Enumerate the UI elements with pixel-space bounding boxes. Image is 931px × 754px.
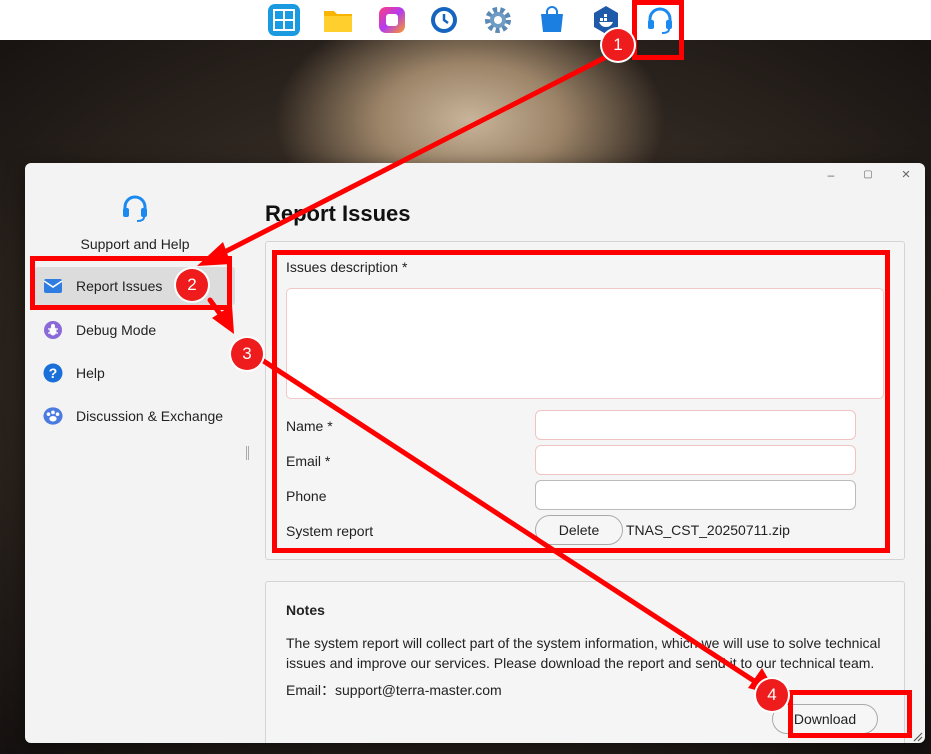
close-button[interactable]: ×: [896, 167, 916, 183]
top-dock: [0, 0, 931, 40]
minimize-button[interactable]: –: [821, 167, 841, 183]
notes-body: The system report will collect part of t…: [286, 635, 881, 671]
support-email: Email：support@terra-master.com: [286, 682, 502, 698]
maximize-button[interactable]: ▢: [858, 167, 878, 183]
settings-icon[interactable]: [482, 4, 514, 36]
community-icon: [43, 406, 63, 426]
backup-icon[interactable]: [428, 4, 460, 36]
sidebar-title: Support and Help: [80, 236, 190, 252]
sidebar-item-label: Help: [76, 365, 105, 381]
step-badge-1: 1: [602, 29, 634, 61]
step-badge-2: 2: [176, 269, 208, 301]
annotation-box-4: [788, 690, 912, 738]
app-center-icon[interactable]: [536, 4, 568, 36]
notes-title: Notes: [286, 602, 325, 618]
sidebar-brand: Support and Help: [25, 193, 245, 252]
sidebar-item-discussion[interactable]: Discussion & Exchange: [35, 397, 235, 435]
step-badge-3: 3: [231, 338, 263, 370]
help-question-icon: ?: [43, 363, 63, 383]
control-panel-icon[interactable]: [268, 4, 300, 36]
file-manager-icon[interactable]: [322, 4, 354, 36]
bug-icon: [43, 320, 63, 340]
support-headset-icon: [120, 195, 150, 227]
sidebar-item-label: Debug Mode: [76, 322, 157, 338]
resize-grip-icon[interactable]: [911, 729, 923, 742]
annotation-box-1: [632, 0, 684, 60]
sidebar-item-help[interactable]: ? Help: [35, 354, 235, 392]
step-badge-4: 4: [756, 679, 788, 711]
sidebar-resize-handle[interactable]: [246, 446, 249, 460]
svg-text:?: ?: [49, 365, 58, 381]
sidebar-item-label: Discussion & Exchange: [76, 408, 224, 424]
photos-app-icon[interactable]: [376, 4, 408, 36]
sidebar-item-debug-mode[interactable]: Debug Mode: [35, 311, 235, 349]
annotation-box-3: [272, 250, 890, 553]
page-title: Report Issues: [265, 201, 411, 226]
